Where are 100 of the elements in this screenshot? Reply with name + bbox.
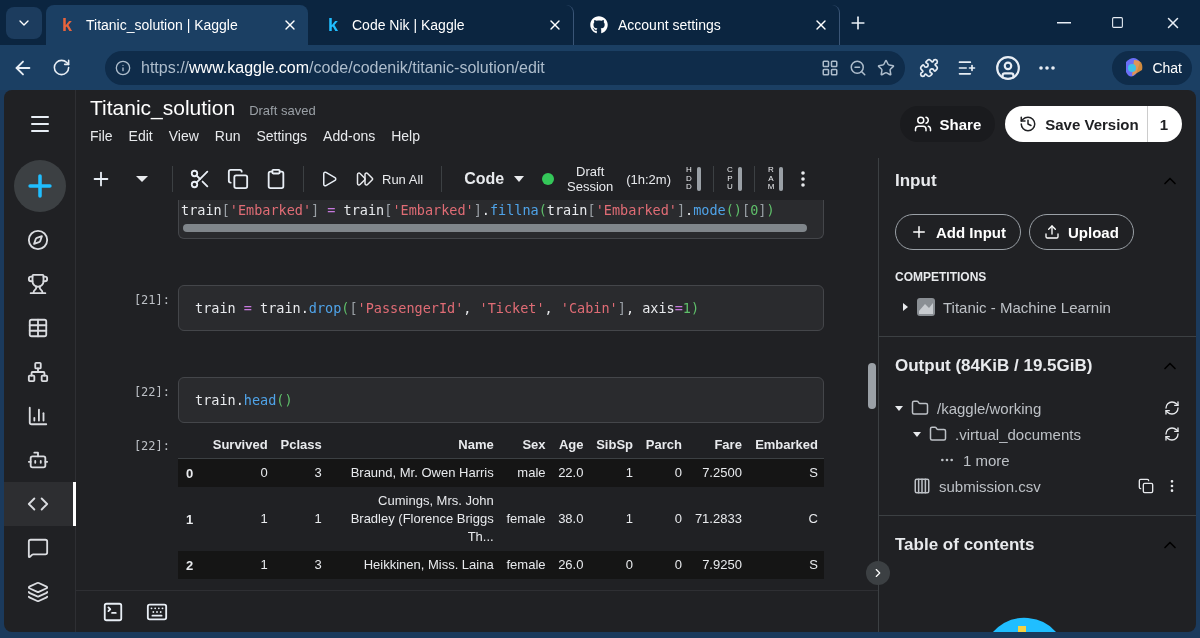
code-cell[interactable]: train['Embarked'] = train['Embarked'].fillna(train['Embarked'].mode()[0]) bbox=[178, 200, 824, 239]
table-cell: female bbox=[499, 487, 552, 551]
table-cell: 38.0 bbox=[551, 487, 590, 551]
save-version-button[interactable]: Save Version 1 bbox=[1005, 106, 1182, 142]
dataset-item[interactable]: Titanic - Machine Learnin bbox=[943, 298, 1111, 316]
upload-icon bbox=[1044, 224, 1060, 240]
code-line: train.head() bbox=[195, 392, 294, 408]
usage-meter bbox=[738, 167, 742, 191]
menu-item[interactable]: View bbox=[168, 128, 199, 144]
dataset-thumbnail-icon bbox=[917, 298, 935, 316]
tab-menu-button[interactable] bbox=[6, 6, 42, 39]
column-header: Name bbox=[327, 431, 500, 459]
refresh-icon bbox=[1164, 400, 1180, 416]
usage-meter bbox=[697, 167, 701, 191]
table-cell: 1 bbox=[589, 458, 640, 487]
history-icon bbox=[1019, 115, 1038, 133]
site-info-icon bbox=[115, 59, 131, 76]
save-status: Draft saved bbox=[249, 103, 316, 118]
restore-icon bbox=[1111, 16, 1124, 29]
tree-item-label[interactable]: /kaggle/working bbox=[937, 399, 1042, 417]
cell-type-dropdown[interactable]: Code bbox=[454, 170, 535, 188]
column-header: Fare bbox=[687, 431, 748, 459]
meter-label: CPU bbox=[726, 165, 734, 193]
site-logo-icon: k bbox=[324, 14, 342, 36]
table-cell: 7.9250 bbox=[687, 551, 748, 579]
table-cell: 0 bbox=[639, 458, 688, 487]
folder-icon bbox=[911, 399, 929, 417]
expand-panel-button[interactable] bbox=[866, 561, 890, 585]
meter-label: RAM bbox=[767, 165, 775, 193]
nav-item[interactable] bbox=[4, 482, 76, 526]
table-cell: Braund, Mr. Owen Harris bbox=[327, 458, 500, 487]
tab-title: Code Nik | Kaggle bbox=[352, 17, 466, 33]
vertical-scrollbar[interactable] bbox=[868, 363, 876, 409]
table-cell: C bbox=[747, 487, 824, 551]
tree-item-label[interactable]: .virtual_documents bbox=[955, 425, 1081, 443]
tree-item-label[interactable]: 1 more bbox=[963, 451, 1010, 469]
table-cell: 0 bbox=[639, 487, 688, 551]
section-title: Input bbox=[895, 171, 937, 191]
session-time: (1h:2m) bbox=[626, 171, 671, 187]
cell-prompt: [22]: bbox=[132, 438, 171, 453]
row-index: 1 bbox=[178, 487, 206, 551]
clipboard-icon bbox=[265, 168, 287, 190]
row-index: 0 bbox=[178, 458, 206, 487]
table-cell: 1 bbox=[273, 487, 328, 551]
table-file-icon bbox=[913, 477, 931, 495]
table-icon bbox=[27, 317, 49, 339]
table-cell: 0 bbox=[205, 458, 274, 487]
code-cell[interactable]: train = train.drop(['PassengerId', 'Ticket', 'Cabin'], axis=1) bbox=[178, 285, 824, 331]
more-vertical-icon bbox=[801, 171, 805, 187]
people-icon bbox=[913, 115, 932, 133]
comment-icon bbox=[27, 537, 49, 559]
address-bar[interactable]: https://www.kaggle.com/code/codenik/titanic-solution/edit bbox=[105, 50, 905, 85]
trophy-icon bbox=[27, 273, 49, 295]
scissors-icon bbox=[189, 168, 211, 190]
version-count[interactable]: 1 bbox=[1146, 106, 1182, 142]
robot-icon bbox=[27, 449, 49, 471]
expand-caret-icon[interactable] bbox=[913, 430, 921, 438]
column-header: Sex bbox=[499, 431, 552, 459]
table-cell: female bbox=[499, 551, 552, 579]
group-label: COMPETITIONS bbox=[895, 270, 988, 284]
code-line: train['Embarked'] = train['Embarked'].fillna(train['Embarked'].mode()[0]) bbox=[181, 202, 776, 218]
cat-logo-icon bbox=[590, 16, 608, 34]
menu-item[interactable]: Run bbox=[214, 128, 241, 144]
column-header: SibSp bbox=[589, 431, 640, 459]
tree-item-label[interactable]: submission.csv bbox=[939, 477, 1041, 495]
tab-title: Account settings bbox=[618, 17, 722, 33]
chat-button[interactable]: Chat bbox=[1112, 50, 1192, 85]
column-header: Survived bbox=[205, 431, 274, 459]
row-index: 2 bbox=[178, 551, 206, 579]
more-icon bbox=[1039, 65, 1055, 70]
table-cell: Heikkinen, Miss. Laina bbox=[327, 551, 500, 579]
table-cell: 3 bbox=[273, 551, 328, 579]
browser-tab[interactable]: k Titanic_solution | Kaggle bbox=[46, 5, 308, 45]
horizontal-scrollbar[interactable] bbox=[183, 224, 807, 232]
notebook-title[interactable]: Titanic_solution bbox=[90, 96, 236, 120]
table-cell: Cumings, Mrs. John Bradley (Florence Briggs Th... bbox=[327, 487, 500, 551]
menu-item[interactable]: File bbox=[90, 128, 113, 144]
minimize-icon bbox=[1057, 21, 1071, 24]
reload-icon bbox=[52, 58, 71, 77]
menu-item[interactable]: Settings bbox=[256, 128, 308, 144]
table-cell: 0 bbox=[589, 551, 640, 579]
table-cell: S bbox=[747, 551, 824, 579]
puzzle-icon bbox=[919, 57, 939, 78]
section-title: Table of contents bbox=[895, 535, 1035, 555]
usage-meter bbox=[779, 167, 783, 191]
terminal-icon bbox=[102, 600, 124, 623]
copy-icon bbox=[1138, 478, 1154, 494]
menu-item[interactable]: Add-ons bbox=[323, 128, 376, 144]
expand-caret-icon[interactable] bbox=[901, 303, 909, 311]
run-all-button[interactable]: Run All bbox=[350, 169, 430, 189]
share-button[interactable]: Share bbox=[899, 106, 996, 142]
column-header: Age bbox=[551, 431, 590, 459]
menu-item[interactable]: Edit bbox=[128, 128, 153, 144]
section-title: Output (84KiB / 19.5GiB) bbox=[895, 356, 1093, 376]
zoom-out-icon bbox=[849, 58, 867, 77]
table-cell: 0 bbox=[639, 551, 688, 579]
code-cell[interactable]: train.head() bbox=[178, 377, 824, 423]
expand-caret-icon[interactable] bbox=[895, 404, 903, 412]
menu-item[interactable]: Help bbox=[391, 128, 420, 144]
caret-icon bbox=[136, 175, 148, 183]
